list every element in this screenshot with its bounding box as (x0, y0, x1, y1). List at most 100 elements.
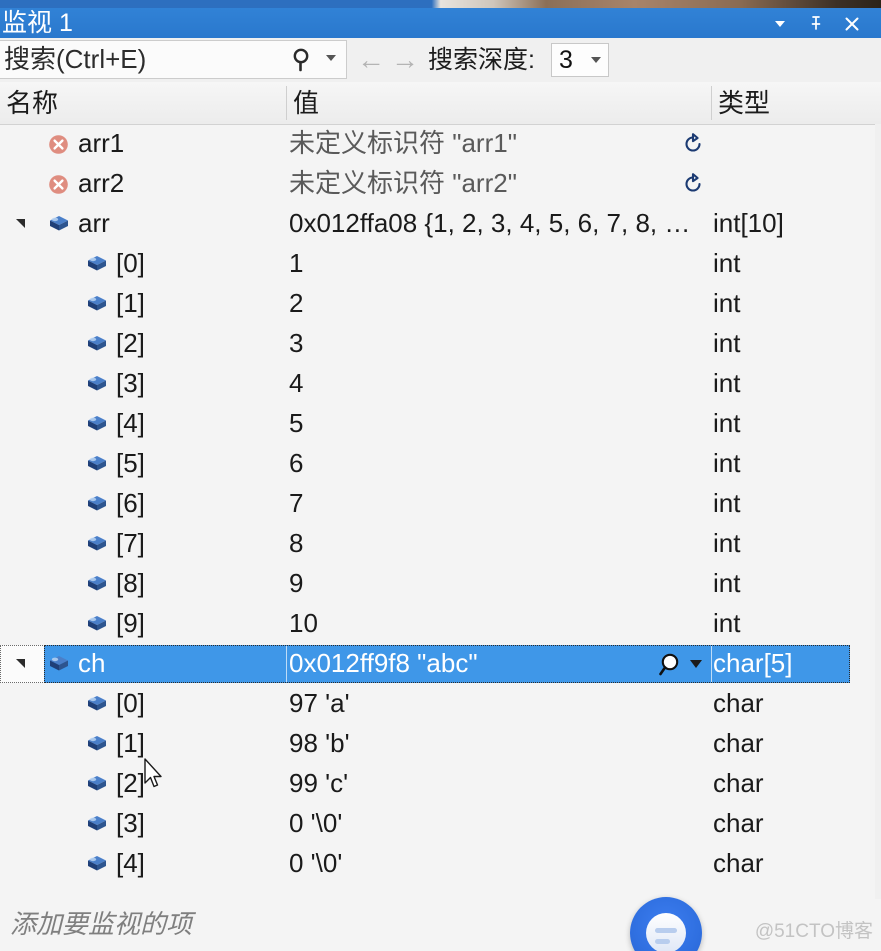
table-row[interactable]: [5] 6 int (0, 444, 881, 484)
mouse-cursor (143, 758, 165, 792)
row-type: char (713, 848, 764, 878)
row-value[interactable]: 0 '\0' (289, 844, 342, 884)
row-name: [8] (116, 568, 145, 598)
row-value[interactable]: 5 (289, 404, 303, 444)
row-type: int (713, 528, 741, 558)
row-value[interactable]: 0x012ffa08 {1, 2, 3, 4, 5, 6, 7, 8, … (289, 204, 690, 244)
row-value[interactable]: 0 '\0' (289, 804, 342, 844)
magnifier-icon[interactable] (658, 652, 686, 678)
row-type: int (713, 408, 741, 438)
close-icon[interactable] (837, 8, 867, 38)
expander-icon[interactable] (14, 217, 28, 231)
row-name: [7] (116, 528, 145, 558)
search-dropdown-icon[interactable] (326, 55, 336, 61)
fab-line (655, 939, 670, 944)
refresh-icon[interactable] (682, 133, 704, 155)
variable-icon (86, 375, 108, 393)
search-placeholder: 搜索(Ctrl+E) (4, 44, 147, 74)
table-row[interactable]: [3] 4 int (0, 364, 881, 404)
row-type: int (713, 248, 741, 278)
watch-window: 监视 1 搜索(Ctrl+E) ← → 搜索深度: 3 名称 值 类型 arr1… (0, 0, 881, 951)
row-name: arr (78, 208, 110, 238)
row-value[interactable]: 98 'b' (289, 724, 350, 764)
variable-icon (86, 335, 108, 353)
row-name: [2] (116, 328, 145, 358)
row-type: char (713, 808, 764, 838)
row-name: [0] (116, 688, 145, 718)
table-row[interactable]: ch 0x012ff9f8 "abc" char[5] (0, 644, 881, 684)
add-watch-row[interactable]: 添加要监视的项 (0, 899, 881, 951)
row-name: [1] (116, 288, 145, 318)
row-value[interactable]: 97 'a' (289, 684, 350, 724)
row-type: char[5] (713, 648, 793, 678)
row-name: [3] (116, 368, 145, 398)
row-value[interactable]: 3 (289, 324, 303, 364)
row-type: char (713, 728, 764, 758)
search-depth-stepper[interactable]: 3 (551, 43, 609, 77)
table-row[interactable]: arr1 未定义标识符 "arr1" (0, 124, 881, 164)
table-row[interactable]: [4] 0 '\0' char (0, 844, 881, 884)
row-column-divider (711, 646, 712, 682)
refresh-icon[interactable] (682, 173, 704, 195)
column-header-type[interactable]: 类型 (712, 82, 881, 124)
variable-icon (86, 415, 108, 433)
row-value[interactable]: 99 'c' (289, 764, 348, 804)
row-value[interactable]: 6 (289, 444, 303, 484)
row-value[interactable]: 未定义标识符 "arr1" (289, 124, 517, 164)
table-row[interactable]: [1] 98 'b' char (0, 724, 881, 764)
row-value[interactable]: 4 (289, 364, 303, 404)
column-header-name[interactable]: 名称 (0, 82, 287, 124)
watch-grid: arr1 未定义标识符 "arr1" arr2 未定义标识符 "arr2" arr 0x0… (0, 124, 881, 899)
table-row[interactable]: [0] 97 'a' char (0, 684, 881, 724)
row-type: int (713, 368, 741, 398)
row-type: int[10] (713, 208, 784, 238)
table-row[interactable]: [2] 99 'c' char (0, 764, 881, 804)
expander-icon[interactable] (14, 657, 28, 671)
search-depth-dropdown-icon[interactable] (591, 57, 601, 63)
row-type: char (713, 688, 764, 718)
row-name: arr1 (78, 128, 125, 158)
table-row[interactable]: [2] 3 int (0, 324, 881, 364)
grid-column-headers: 名称 值 类型 (0, 82, 881, 125)
row-name: [1] (116, 728, 145, 758)
table-row[interactable]: [6] 7 int (0, 484, 881, 524)
row-value[interactable]: 2 (289, 284, 303, 324)
error-icon (48, 174, 69, 195)
row-value[interactable]: 1 (289, 244, 303, 284)
table-row[interactable]: [9] 10 int (0, 604, 881, 644)
variable-icon (48, 655, 70, 673)
row-type: int (713, 288, 741, 318)
table-row[interactable]: [0] 1 int (0, 244, 881, 284)
table-row[interactable]: arr 0x012ffa08 {1, 2, 3, 4, 5, 6, 7, 8, …… (0, 204, 881, 244)
fab-line (655, 928, 677, 933)
window-dropdown-icon[interactable] (765, 8, 795, 38)
row-value[interactable]: 8 (289, 524, 303, 564)
table-row[interactable]: arr2 未定义标识符 "arr2" (0, 164, 881, 204)
table-row[interactable]: [8] 9 int (0, 564, 881, 604)
search-icon[interactable] (290, 46, 316, 74)
row-name: arr2 (78, 168, 125, 198)
variable-icon (48, 215, 70, 233)
column-header-value[interactable]: 值 (287, 82, 712, 124)
table-row[interactable]: [7] 8 int (0, 524, 881, 564)
row-type: int (713, 488, 741, 518)
search-input[interactable]: 搜索(Ctrl+E) (0, 40, 347, 79)
row-name: [5] (116, 448, 145, 478)
row-name: [2] (116, 768, 145, 798)
row-value[interactable]: 10 (289, 604, 318, 644)
table-row[interactable]: [1] 2 int (0, 284, 881, 324)
row-type: int (713, 448, 741, 478)
row-value[interactable]: 9 (289, 564, 303, 604)
pin-icon[interactable] (801, 8, 831, 38)
row-value[interactable]: 未定义标识符 "arr2" (289, 164, 517, 204)
variable-icon (86, 855, 108, 873)
table-row[interactable]: [4] 5 int (0, 404, 881, 444)
variable-icon (86, 255, 108, 273)
variable-icon (86, 695, 108, 713)
row-value[interactable]: 7 (289, 484, 303, 524)
visualizer-dropdown-icon[interactable] (690, 660, 702, 668)
row-value[interactable]: 0x012ff9f8 "abc" (289, 644, 478, 684)
search-back-button[interactable]: ← (356, 44, 386, 76)
table-row[interactable]: [3] 0 '\0' char (0, 804, 881, 844)
search-forward-button[interactable]: → (390, 44, 420, 76)
